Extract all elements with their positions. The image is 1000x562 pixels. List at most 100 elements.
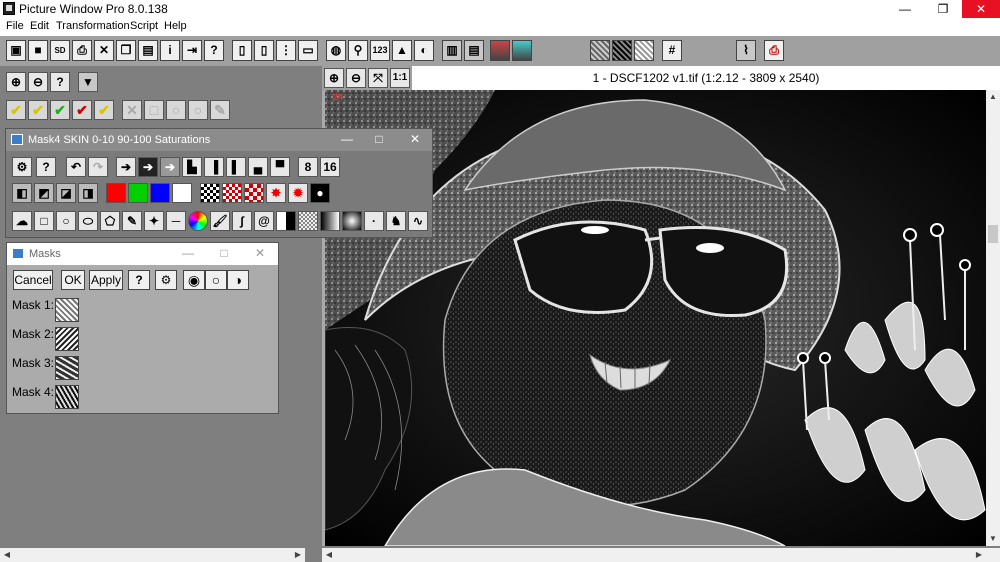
dither-icon[interactable] [298, 211, 318, 231]
circle-mask-icon[interactable]: ● [310, 183, 330, 203]
image-horizontal-scrollbar[interactable]: ◀ ▶ [322, 548, 1000, 562]
mask-shape-1-icon[interactable]: ◧ [12, 183, 32, 203]
swatch-blue[interactable] [150, 183, 170, 203]
zoom-out-icon[interactable]: ⊖ [28, 72, 48, 92]
spiral-tool-icon[interactable]: @ [254, 211, 274, 231]
freehand-select-icon[interactable]: ⬭ [78, 211, 98, 231]
mask-horizontal-split-alt-icon[interactable]: ▀ [270, 157, 290, 177]
mask4-maximize-button[interactable]: □ [364, 132, 394, 146]
copy-icon[interactable]: ❐ [116, 40, 136, 61]
sd-card-icon[interactable]: SD [50, 40, 70, 61]
mask-shape-3-icon[interactable]: ◪ [56, 183, 76, 203]
pattern-dark-icon[interactable] [612, 40, 632, 61]
bird-icon[interactable]: ♞ [386, 211, 406, 231]
mouse-icon[interactable]: ◍ [326, 40, 346, 61]
pattern-white-icon[interactable] [634, 40, 654, 61]
menu-script[interactable]: Script [130, 20, 158, 32]
mask-help-icon[interactable]: ? [36, 157, 56, 177]
menu-transformation[interactable]: Transformation [56, 20, 130, 32]
image-scroll-right-icon[interactable]: ▶ [972, 548, 986, 562]
swatch-green[interactable] [128, 183, 148, 203]
layout-icon[interactable]: ⇥ [182, 40, 202, 61]
mask4-minimize-button[interactable]: — [332, 132, 362, 146]
close-button[interactable]: ✕ [962, 0, 1000, 18]
image-zoom-out-icon[interactable]: ⊖ [346, 68, 366, 88]
half-split-icon[interactable] [276, 211, 296, 231]
scroll-right-icon[interactable]: ▶ [291, 548, 305, 562]
mask-shape-2-icon[interactable]: ◩ [34, 183, 54, 203]
chart-icon[interactable]: ⌇ [736, 40, 756, 61]
vertical-scrollbar[interactable]: ▲ ▼ [986, 90, 1000, 546]
scroll-up-icon[interactable]: ▲ [986, 90, 1000, 104]
ellipse-select-icon[interactable]: ○ [56, 211, 76, 231]
view-page-icon[interactable]: ▯ [254, 40, 274, 61]
menu-help[interactable]: Help [164, 20, 187, 32]
mask-4-thumbnail[interactable] [55, 385, 79, 409]
color-wheel-icon[interactable] [188, 211, 208, 231]
panel-help-icon[interactable]: ? [50, 72, 70, 92]
paint-brush-icon[interactable]: 🖌 [210, 211, 230, 231]
check-yellow-all-icon[interactable]: ✔ [28, 100, 48, 120]
mask-person-icon[interactable]: ▙ [182, 157, 202, 177]
scroll-left-icon[interactable]: ◀ [0, 548, 14, 562]
help-icon[interactable]: ? [204, 40, 224, 61]
mask-1-thumbnail[interactable] [55, 298, 79, 322]
arrow-right-icon[interactable]: ➔ [116, 157, 136, 177]
masks-ok-button[interactable]: OK [61, 270, 85, 290]
open-icon[interactable]: ▣ [6, 40, 26, 61]
dot-icon[interactable]: · [364, 211, 384, 231]
color-profile-red-icon[interactable] [490, 40, 510, 61]
arrow-right-gray-icon[interactable]: ➔ [160, 157, 180, 177]
radial-gradient-icon[interactable] [342, 211, 362, 231]
mask-horizontal-split-icon[interactable]: ▄ [248, 157, 268, 177]
print-red-icon[interactable]: ⎙ [764, 40, 784, 61]
pattern-light-icon[interactable] [590, 40, 610, 61]
zoom-in-icon[interactable]: ⊕ [6, 72, 26, 92]
mask-brush-icon[interactable]: ✎ [122, 211, 142, 231]
line-tool-icon[interactable]: ─ [166, 211, 186, 231]
mask-mode-half-icon[interactable]: ◑ [227, 270, 249, 290]
menu-file[interactable]: File [6, 20, 24, 32]
masks-title-bar[interactable]: Masks — □ ✕ [7, 243, 278, 265]
palette-icon[interactable]: ◐ [414, 40, 434, 61]
linear-gradient-icon[interactable] [320, 211, 340, 231]
check-yellow-icon[interactable]: ✔ [6, 100, 26, 120]
split-horizontal-icon[interactable]: ▤ [464, 40, 484, 61]
fit-window-icon[interactable]: ⤧ [368, 68, 388, 88]
mask4-close-button[interactable]: ✕ [400, 132, 430, 146]
paste-icon[interactable]: ▤ [138, 40, 158, 61]
minimize-button[interactable]: — [886, 0, 924, 18]
burst-red-solid-icon[interactable]: ✹ [288, 183, 308, 203]
left-horizontal-scrollbar[interactable]: ◀ ▶ [0, 548, 305, 562]
check-red-icon[interactable]: ✔ [72, 100, 92, 120]
mask-mode-white-icon[interactable]: ○ [205, 270, 227, 290]
mask-3-thumbnail[interactable] [55, 356, 79, 380]
soft-brush-icon[interactable]: ✦ [144, 211, 164, 231]
masks-cancel-button[interactable]: Cancel [13, 270, 53, 290]
mask-settings-icon[interactable]: ⚙ [12, 157, 32, 177]
vertical-scroll-thumb[interactable] [988, 225, 998, 243]
color-profile-cyan-icon[interactable] [512, 40, 532, 61]
histogram-icon[interactable]: ▲ [392, 40, 412, 61]
masks-maximize-button[interactable]: □ [209, 246, 239, 260]
view-list-icon[interactable]: ▭ [298, 40, 318, 61]
split-vertical-icon[interactable]: ▥ [442, 40, 462, 61]
masks-apply-button[interactable]: Apply [89, 270, 123, 290]
lasso-icon[interactable]: ☁ [12, 211, 32, 231]
scroll-down-icon[interactable]: ▼ [986, 532, 1000, 546]
s-curve-icon[interactable]: ∿ [408, 211, 428, 231]
burst-red-icon[interactable]: ✸ [266, 183, 286, 203]
magnifier-icon[interactable]: ⚲ [348, 40, 368, 61]
mask-mode-gray-icon[interactable]: ◉ [183, 270, 205, 290]
mask-vertical-split-icon[interactable]: ▐ [204, 157, 224, 177]
info-icon[interactable]: i [160, 40, 180, 61]
menu-edit[interactable]: Edit [30, 20, 49, 32]
numbers-icon[interactable]: 123 [370, 40, 390, 61]
swatch-white[interactable] [172, 183, 192, 203]
masks-settings-icon[interactable]: ⚙ [155, 270, 177, 290]
checker-red-large-icon[interactable] [244, 183, 264, 203]
undo-icon[interactable]: ↶ [66, 157, 86, 177]
view-strip-icon[interactable]: ⋮ [276, 40, 296, 61]
mask-2-thumbnail[interactable] [55, 327, 79, 351]
zoom-1to1-button[interactable]: 1:1 [390, 68, 410, 88]
